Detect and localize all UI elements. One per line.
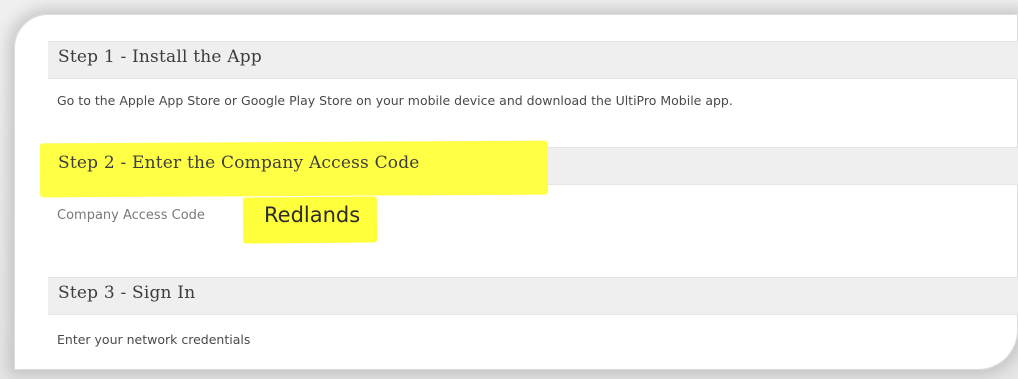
step-1-title: Step 1 - Install the App xyxy=(58,47,262,67)
step-1-header: Step 1 - Install the App xyxy=(48,41,1018,79)
company-access-code-label: Company Access Code xyxy=(57,208,205,223)
step-3-header: Step 3 - Sign In xyxy=(48,277,1018,315)
step-1-description: Go to the Apple App Store or Google Play… xyxy=(57,93,733,108)
step-3-description: Enter your network credentials xyxy=(57,332,251,347)
step-3-title: Step 3 - Sign In xyxy=(58,283,196,303)
step-2-title: Step 2 - Enter the Company Access Code xyxy=(58,153,420,173)
step-2-header-extension xyxy=(548,147,1018,185)
instructions-card: Step 1 - Install the App Go to the Apple… xyxy=(14,14,1018,370)
screenshot-frame: Step 1 - Install the App Go to the Apple… xyxy=(0,0,1018,379)
company-access-code-value: Redlands xyxy=(264,203,361,227)
